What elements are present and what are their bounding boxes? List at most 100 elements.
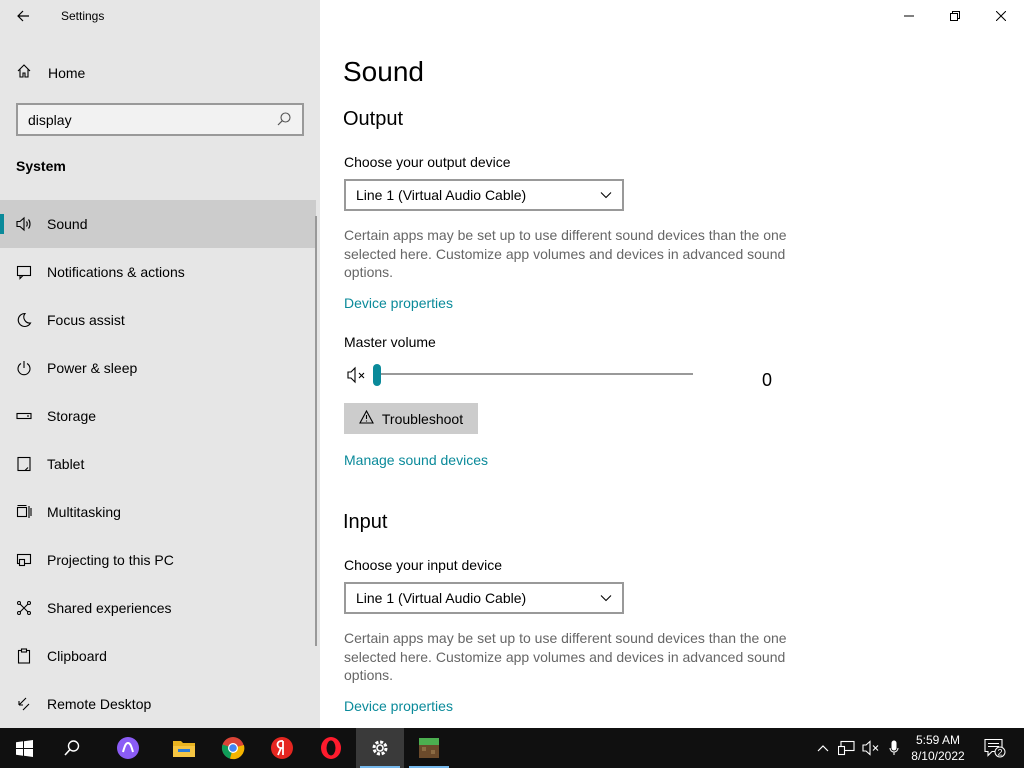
chrome-button[interactable] — [209, 728, 257, 768]
minecraft-button[interactable] — [405, 728, 453, 768]
output-device-dropdown[interactable]: Line 1 (Virtual Audio Cable) — [344, 179, 624, 211]
sidebar-item-sound[interactable]: Sound — [0, 200, 316, 248]
sidebar-item-power-sleep[interactable]: Power & sleep — [0, 344, 316, 392]
sidebar-item-label: Storage — [47, 408, 97, 424]
volume-slider-thumb[interactable] — [373, 364, 381, 386]
settings-sidebar: Settings Home System Sound Notifications… — [0, 0, 320, 728]
sidebar-item-label: Projecting to this PC — [47, 552, 174, 568]
tablet-icon — [0, 456, 47, 472]
input-device-dropdown[interactable]: Line 1 (Virtual Audio Cable) — [344, 582, 624, 614]
chrome-icon — [221, 737, 245, 760]
search-icon — [64, 740, 80, 756]
sidebar-item-notifications[interactable]: Notifications & actions — [0, 248, 316, 296]
page-title: Sound — [343, 56, 424, 87]
multitasking-icon — [0, 504, 47, 520]
search-input[interactable] — [28, 111, 276, 128]
network-icon — [838, 740, 855, 756]
alice-icon — [117, 737, 139, 759]
home-nav-item[interactable]: Home — [0, 52, 320, 94]
windows-logo-icon — [15, 739, 33, 757]
opera-icon — [321, 737, 341, 759]
sidebar-item-storage[interactable]: Storage — [0, 392, 316, 440]
sidebar-item-label: Remote Desktop — [47, 696, 152, 712]
microphone-tray-button[interactable] — [884, 728, 904, 768]
home-icon — [0, 63, 48, 84]
sidebar-item-clipboard[interactable]: Clipboard — [0, 632, 316, 680]
mute-toggle-button[interactable] — [347, 366, 369, 389]
sidebar-item-label: Multitasking — [47, 504, 121, 520]
moon-icon — [0, 312, 47, 328]
sidebar-item-multitasking[interactable]: Multitasking — [0, 488, 316, 536]
file-explorer-button[interactable] — [160, 728, 208, 768]
notification-icon — [0, 264, 47, 280]
power-icon — [0, 360, 47, 376]
storage-icon — [0, 408, 47, 424]
home-label: Home — [48, 65, 86, 81]
alice-assistant-button[interactable] — [104, 728, 152, 768]
volume-tray-button[interactable] — [860, 728, 882, 768]
taskbar-search-button[interactable] — [48, 728, 96, 768]
sidebar-item-label: Notifications & actions — [47, 264, 185, 280]
settings-taskbar-button[interactable] — [356, 728, 404, 768]
projecting-icon — [0, 552, 47, 568]
settings-icon — [372, 740, 388, 756]
notification-icon: 2 — [984, 738, 1006, 758]
sidebar-item-projecting[interactable]: Projecting to this PC — [0, 536, 316, 584]
search-icon[interactable] — [276, 111, 294, 129]
warning-icon — [358, 409, 374, 427]
troubleshoot-button[interactable]: Troubleshoot — [344, 403, 478, 434]
opera-button[interactable] — [307, 728, 355, 768]
title-bar: Settings — [0, 0, 320, 32]
restore-button[interactable] — [932, 0, 978, 32]
output-description: Certain apps may be set up to use differ… — [344, 227, 787, 280]
taskbar: 5:59 AM 8/10/2022 2 — [0, 728, 1024, 768]
back-arrow-icon — [17, 10, 29, 22]
sidebar-item-label: Power & sleep — [47, 360, 138, 376]
input-description: Certain apps may be set up to use differ… — [344, 630, 787, 683]
manage-sound-devices-link[interactable]: Manage sound devices — [344, 452, 488, 468]
clock-date: 8/10/2022 — [911, 749, 965, 763]
output-heading: Output — [343, 108, 404, 130]
input-heading: Input — [343, 511, 388, 533]
master-volume-row — [343, 362, 783, 388]
sidebar-scrollbar[interactable] — [315, 216, 317, 646]
sidebar-item-shared-experiences[interactable]: Shared experiences — [0, 584, 316, 632]
action-center-button[interactable]: 2 — [980, 728, 1010, 768]
taskbar-clock[interactable]: 5:59 AM 8/10/2022 — [902, 732, 974, 764]
speaker-icon — [0, 216, 47, 232]
settings-search-box[interactable] — [16, 103, 304, 136]
master-volume-value: 0 — [762, 370, 773, 390]
close-button[interactable] — [978, 0, 1024, 32]
clock-time: 5:59 AM — [915, 733, 961, 747]
sidebar-item-label: Tablet — [47, 456, 85, 472]
input-device-properties-link[interactable]: Device properties — [344, 698, 453, 714]
sidebar-item-remote-desktop[interactable]: Remote Desktop — [0, 680, 316, 728]
volume-slider-track[interactable] — [377, 373, 693, 375]
sidebar-item-focus-assist[interactable]: Focus assist — [0, 296, 316, 344]
section-label-system: System — [16, 158, 66, 174]
output-device-properties-link[interactable]: Device properties — [344, 295, 453, 311]
minimize-button[interactable] — [886, 0, 932, 32]
clipboard-icon — [0, 648, 47, 664]
sidebar-item-label: Shared experiences — [47, 600, 172, 616]
speaker-muted-icon — [347, 366, 365, 384]
chevron-down-icon — [600, 595, 612, 602]
sidebar-item-label: Sound — [47, 216, 88, 232]
show-hidden-icons-button[interactable] — [812, 728, 834, 768]
start-button[interactable] — [0, 728, 48, 768]
window-controls — [886, 0, 1024, 32]
sidebar-item-tablet[interactable]: Tablet — [0, 440, 316, 488]
input-device-label: Choose your input device — [344, 557, 502, 573]
sidebar-nav: Sound Notifications & actions Focus assi… — [0, 200, 316, 728]
troubleshoot-label: Troubleshoot — [381, 410, 464, 427]
minimize-icon — [904, 15, 914, 17]
back-button[interactable] — [0, 0, 46, 32]
sidebar-item-label: Clipboard — [47, 648, 107, 664]
output-device-value: Line 1 (Virtual Audio Cable) — [356, 187, 527, 203]
restore-icon — [950, 11, 960, 21]
microphone-icon — [889, 740, 899, 755]
yandex-browser-button[interactable] — [258, 728, 306, 768]
remote-desktop-icon — [0, 696, 47, 712]
network-tray-button[interactable] — [836, 728, 858, 768]
yandex-browser-icon — [271, 737, 293, 759]
